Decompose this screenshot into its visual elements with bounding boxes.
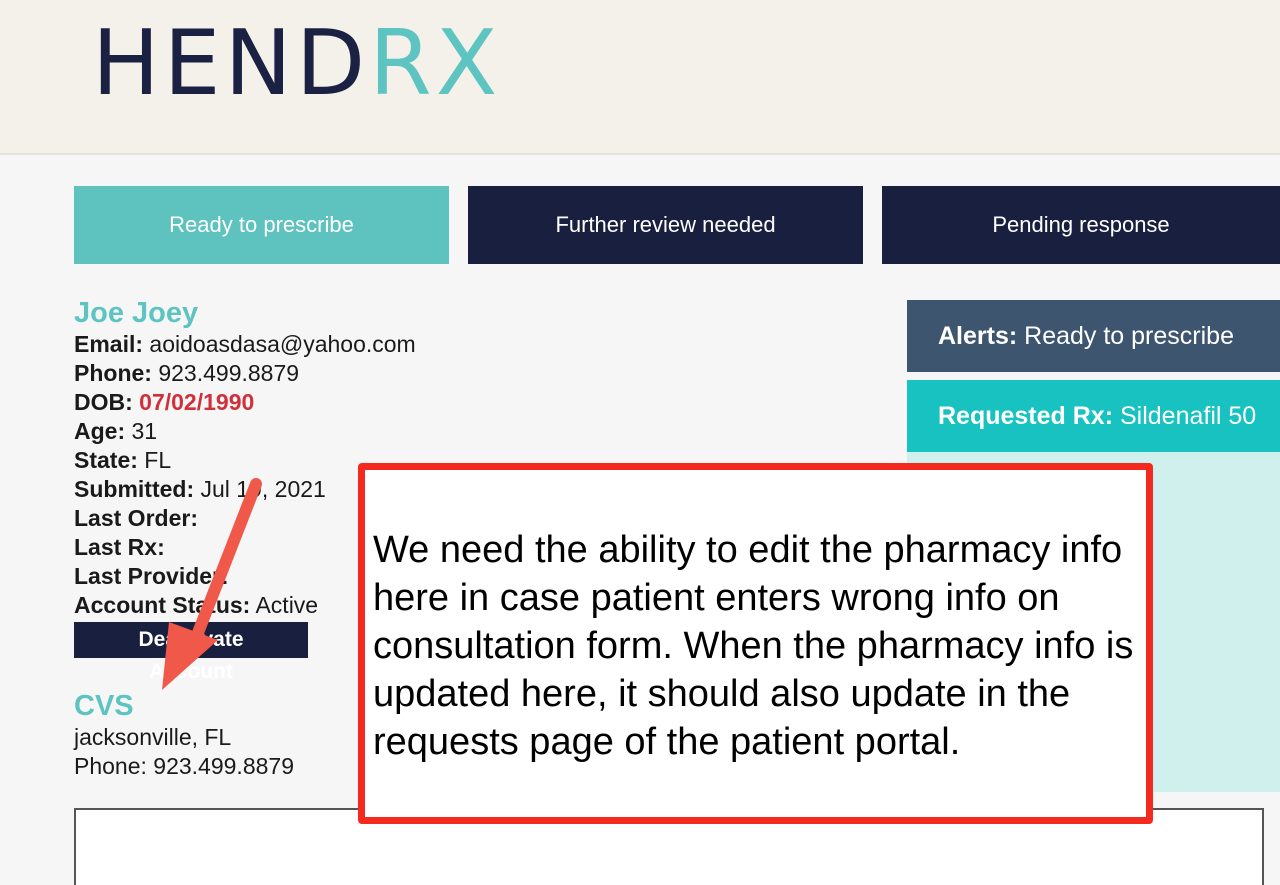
tab-pending-response[interactable]: Pending response: [882, 186, 1280, 264]
account-status-value: Active: [255, 592, 319, 618]
header: HENDRX: [0, 0, 1280, 155]
alerts-label: Alerts:: [938, 321, 1018, 350]
account-status-label: Account Status:: [74, 592, 251, 618]
submitted-label: Submitted:: [74, 476, 195, 502]
tab-further-review-needed[interactable]: Further review needed: [468, 186, 863, 264]
logo-part2: RX: [369, 11, 502, 116]
deactivate-account-button[interactable]: Deactivate Account: [74, 622, 308, 683]
dob-row: DOB: 07/02/1990: [74, 388, 416, 417]
last-order-label: Last Order:: [74, 505, 198, 531]
alerts-banner: Alerts: Ready to prescribe: [907, 300, 1280, 372]
patient-name: Joe Joey: [74, 297, 199, 329]
phone-value: 923.499.8879: [158, 360, 300, 386]
hendrx-logo[interactable]: HENDRX: [92, 14, 501, 114]
annotation-callout: We need the ability to edit the pharmacy…: [358, 463, 1153, 824]
phone-label: Phone:: [74, 360, 152, 386]
dob-label: DOB:: [74, 389, 133, 415]
requested-rx-label: Requested Rx:: [938, 401, 1114, 430]
requested-rx-banner: Requested Rx: Sildenafil 50: [907, 380, 1280, 452]
email-row: Email: aoidoasdasa@yahoo.com: [74, 330, 416, 359]
last-provider-label: Last Provider:: [74, 563, 229, 589]
alerts-value: Ready to prescribe: [1024, 321, 1234, 350]
dob-value: 07/02/1990: [139, 389, 255, 415]
age-label: Age:: [74, 418, 126, 444]
phone-row: Phone: 923.499.8879: [74, 359, 416, 388]
tab-ready-to-prescribe[interactable]: Ready to prescribe: [74, 186, 449, 264]
email-label: Email:: [74, 331, 144, 357]
logo-part1: HEND: [92, 11, 370, 116]
email-value: aoidoasdasa@yahoo.com: [149, 331, 416, 357]
state-value: FL: [144, 447, 172, 473]
age-row: Age: 31: [74, 417, 416, 446]
last-rx-label: Last Rx:: [74, 534, 165, 560]
submitted-value: Jul 19, 2021: [200, 476, 326, 502]
requested-rx-value: Sildenafil 50: [1120, 401, 1257, 430]
age-value: 31: [131, 418, 158, 444]
annotation-text: We need the ability to edit the pharmacy…: [373, 529, 1134, 763]
state-label: State:: [74, 447, 138, 473]
